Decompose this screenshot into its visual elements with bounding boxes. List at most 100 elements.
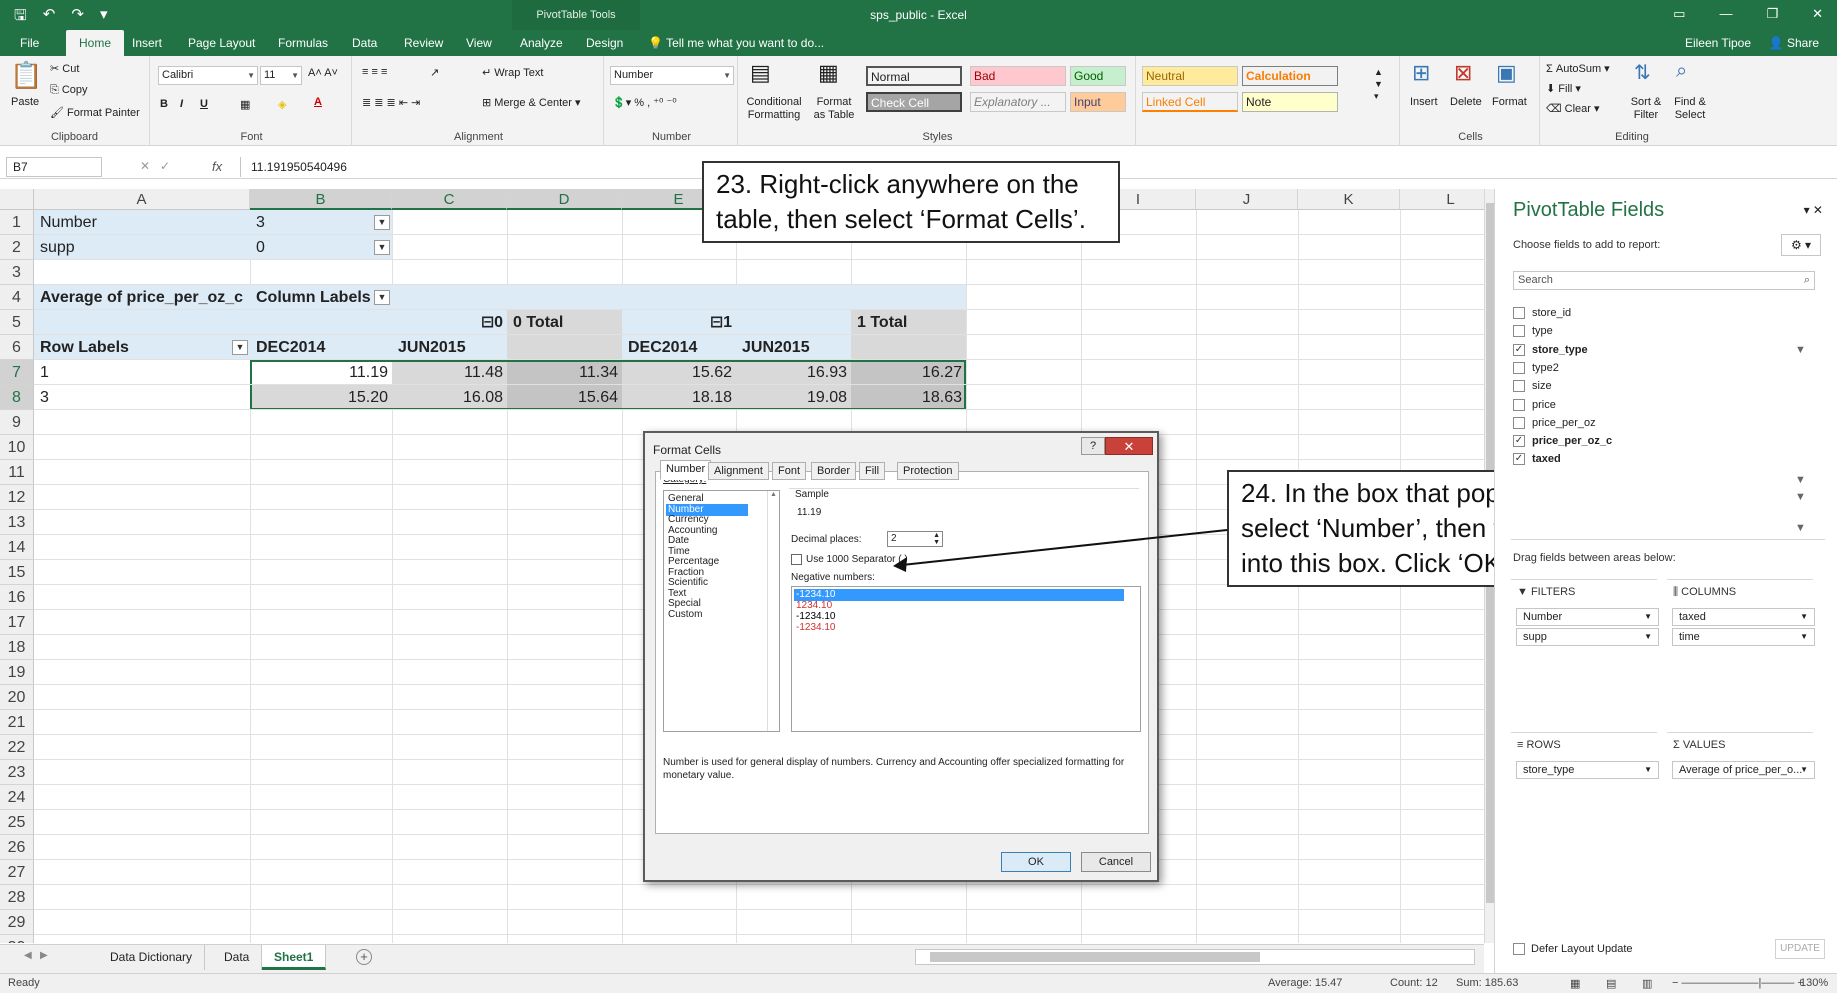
checkbox-icon[interactable] xyxy=(1513,380,1525,393)
cell-f6[interactable]: JUN2015 xyxy=(738,335,814,360)
zoom-slider[interactable]: − ———————|——— + xyxy=(1672,977,1804,989)
style-bad[interactable]: Bad xyxy=(970,66,1066,86)
cell-e6[interactable]: DEC2014 xyxy=(624,335,701,360)
tab-number[interactable]: Number xyxy=(660,460,712,480)
paste-button[interactable]: Paste xyxy=(11,96,39,108)
name-box[interactable]: B7 xyxy=(6,157,102,177)
col-header[interactable]: L xyxy=(1400,189,1484,210)
accounting-icon[interactable]: 💲▾ % , ⁺⁰ ⁻⁰ xyxy=(612,96,677,109)
style-calculation[interactable]: Calculation xyxy=(1242,66,1338,86)
sort-filter-icon[interactable]: ⇅ xyxy=(1634,60,1651,85)
paste-icon[interactable]: 📋 xyxy=(10,60,42,91)
horizontal-scrollbar[interactable] xyxy=(915,949,1475,965)
tab-insert[interactable]: Insert xyxy=(126,30,168,56)
cell-e7[interactable]: 15.62 xyxy=(622,360,736,385)
filter-dropdown-icon[interactable]: ▼ xyxy=(374,215,390,230)
view-page-break-icon[interactable]: ▥ xyxy=(1642,977,1652,990)
tab-page-layout[interactable]: Page Layout xyxy=(182,30,261,56)
restore-icon[interactable]: ❐ xyxy=(1766,6,1778,22)
field-search-input[interactable]: Search ⌕ xyxy=(1513,271,1815,290)
negative-numbers-list[interactable]: -1234.10 1234.10 -1234.10 -1234.10 xyxy=(791,586,1141,732)
cell-a7[interactable]: 1 xyxy=(36,360,53,385)
view-normal-icon[interactable]: ▦ xyxy=(1570,977,1580,990)
grow-font-icon[interactable]: A˄ A˅ xyxy=(308,67,338,79)
checked-checkbox-icon[interactable]: ✓ xyxy=(1513,453,1525,466)
fill-color-icon[interactable]: ◈ xyxy=(278,98,286,111)
row-header[interactable]: 2 xyxy=(0,235,34,260)
row-header[interactable]: 21 xyxy=(0,710,34,735)
col-header[interactable]: J xyxy=(1196,189,1298,210)
update-button[interactable]: UPDATE xyxy=(1775,939,1825,959)
format-as-table-button[interactable]: Format as Table xyxy=(810,96,858,122)
tab-review[interactable]: Review xyxy=(398,30,449,56)
insert-cells-icon[interactable]: ⊞ xyxy=(1412,60,1430,86)
row-header[interactable]: 12 xyxy=(0,485,34,510)
cell-c7[interactable]: 11.48 xyxy=(392,360,507,385)
tab-protection[interactable]: Protection xyxy=(897,462,959,480)
row-header[interactable]: 13 xyxy=(0,510,34,535)
filter-pill[interactable]: Number ▼ xyxy=(1516,608,1659,626)
cancel-button[interactable]: Cancel xyxy=(1081,852,1151,872)
columns-area[interactable]: ⫼ COLUMNS taxed ▼ time ▼ xyxy=(1667,579,1815,721)
checkbox-icon[interactable] xyxy=(1513,307,1525,320)
field-item[interactable]: ✓ price_per_oz_c xyxy=(1513,434,1612,452)
row-header[interactable]: 6 xyxy=(0,335,34,360)
field-item[interactable]: store_id xyxy=(1513,306,1571,324)
style-linked-cell[interactable]: Linked Cell xyxy=(1142,92,1238,112)
cell-g5[interactable]: 1 Total xyxy=(853,310,911,335)
field-item[interactable]: ✓ store_type xyxy=(1513,343,1588,361)
cell-b7[interactable]: 11.19 xyxy=(250,360,392,385)
filter-pill[interactable]: supp ▼ xyxy=(1516,628,1659,646)
decimal-places-spinner[interactable]: 2 ▲ ▼ xyxy=(887,531,943,547)
tab-design[interactable]: Design xyxy=(580,30,629,56)
checkbox-icon[interactable] xyxy=(1513,416,1525,429)
row-header[interactable]: 19 xyxy=(0,660,34,685)
cell-e8[interactable]: 18.18 xyxy=(622,385,736,410)
checked-checkbox-icon[interactable]: ✓ xyxy=(1513,435,1525,448)
style-neutral[interactable]: Neutral xyxy=(1142,66,1238,86)
category-list[interactable]: General Number Currency Accounting Date Time P… xyxy=(663,490,780,732)
cell-d8[interactable]: 15.64 xyxy=(507,385,622,410)
cell-c8[interactable]: 16.08 xyxy=(392,385,507,410)
col-header[interactable]: D xyxy=(507,189,622,210)
row-header[interactable]: 10 xyxy=(0,435,34,460)
cell-d5[interactable]: 0 Total xyxy=(509,310,567,335)
row-header[interactable]: 24 xyxy=(0,785,34,810)
clear-button[interactable]: ⌫ Clear ▾ xyxy=(1546,102,1600,115)
field-item[interactable]: price_per_oz xyxy=(1513,416,1596,434)
cell-b4[interactable]: Column Labels xyxy=(252,285,375,310)
share-button[interactable]: 👤 Share xyxy=(1769,36,1819,50)
value-pill[interactable]: Average of price_per_o... ▼ xyxy=(1672,761,1815,779)
conditional-formatting-icon[interactable]: ▤ xyxy=(750,60,771,86)
italic-icon[interactable]: I xyxy=(180,98,183,110)
cell-b2[interactable]: 0 xyxy=(252,235,269,260)
cell-c5[interactable]: ⊟0 xyxy=(392,310,507,335)
find-icon[interactable]: ⌕ xyxy=(1676,60,1687,83)
user-name[interactable]: Eileen Tipoe xyxy=(1685,36,1751,50)
sheet-tab-data-dictionary[interactable]: Data Dictionary xyxy=(98,945,206,970)
cell-b8[interactable]: 15.20 xyxy=(250,385,392,410)
scroll-thumb[interactable] xyxy=(930,952,1260,962)
minimize-icon[interactable]: — xyxy=(1719,6,1732,22)
row-header[interactable]: 14 xyxy=(0,535,34,560)
tab-font[interactable]: Font xyxy=(772,462,807,480)
field-item[interactable]: price xyxy=(1513,398,1556,416)
sort-filter-button[interactable]: Sort & Filter xyxy=(1626,96,1666,122)
row-header[interactable]: 11 xyxy=(0,460,34,485)
close-dialog-button[interactable]: ✕ xyxy=(1105,437,1153,455)
close-window-icon[interactable]: ✕ xyxy=(1812,6,1823,22)
col-header[interactable]: B xyxy=(250,189,392,210)
field-item[interactable]: size xyxy=(1513,379,1552,397)
ribbon-display-icon[interactable]: ▭ xyxy=(1673,6,1685,22)
spinner-arrows-icon[interactable]: ▲ ▼ xyxy=(933,532,940,546)
format-button[interactable]: Format xyxy=(1492,96,1527,108)
cell-a1[interactable]: Number xyxy=(36,210,101,235)
sheet-nav-arrows[interactable]: ◀ ▶ xyxy=(24,950,48,961)
orientation-icon[interactable]: ↗ xyxy=(430,66,439,79)
styles-scroll-icon[interactable]: ▲ ▼ ▾ xyxy=(1374,66,1383,102)
negative-format-item[interactable]: -1234.10 xyxy=(794,622,1124,634)
delete-cells-icon[interactable]: ⊠ xyxy=(1454,60,1472,86)
row-header[interactable]: 1 xyxy=(0,210,34,235)
tab-home[interactable]: Home xyxy=(66,30,124,56)
tab-data[interactable]: Data xyxy=(346,30,383,56)
